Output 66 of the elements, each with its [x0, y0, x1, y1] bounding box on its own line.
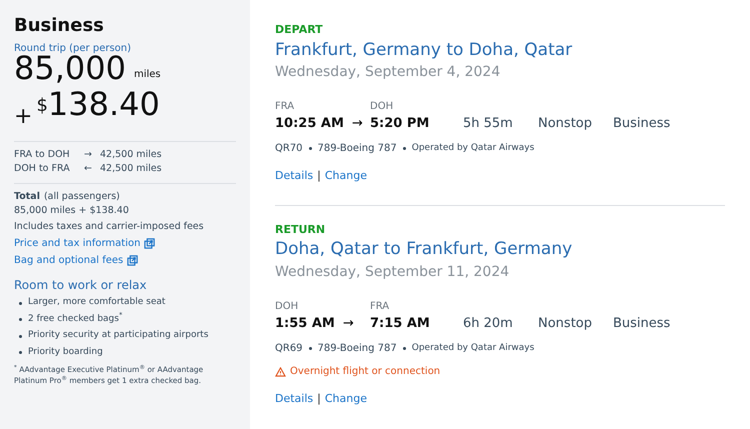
stops: Nonstop — [538, 114, 593, 133]
cabin-title: Business — [14, 14, 105, 38]
segment-route: FRA to DOH — [14, 148, 71, 162]
bullet — [19, 318, 22, 321]
bullet — [19, 302, 22, 304]
plus-sign: + — [14, 103, 32, 131]
arrow: → — [342, 314, 354, 333]
departure-time: 10:25 AM — [275, 114, 344, 133]
origin-code: DOH — [275, 300, 300, 314]
miles-unit: miles — [134, 68, 161, 82]
details-link[interactable]: Details — [275, 391, 314, 408]
duration: 6h 20m — [463, 314, 514, 333]
stops: Nonstop — [538, 314, 593, 333]
flight-date: Wednesday, September 11, 2024 — [275, 262, 510, 282]
leg-label: DEPART — [275, 22, 324, 38]
cabin-class: Business — [613, 314, 670, 333]
includes-note: Includes taxes and carrier-imposed fees — [14, 220, 205, 234]
info-link[interactable]: Bag and optional fees — [14, 253, 124, 268]
external-link-icon — [127, 255, 138, 266]
perk-item: Larger, more comfortable seat — [28, 296, 166, 310]
total-value: 85,000 miles + $138.40 — [14, 204, 130, 218]
aircraft: 789-Boeing 787 — [318, 142, 397, 156]
duration: 5h 55m — [463, 114, 514, 133]
bullet — [19, 334, 22, 338]
flight-number: QR69 — [275, 342, 303, 356]
warning-icon — [275, 366, 286, 377]
segment-miles: 42,500 miles — [100, 162, 162, 176]
destination-code: DOH — [370, 100, 394, 114]
perks-title: Room to work or relax — [14, 277, 148, 294]
arrival-time: 7:15 AM — [370, 314, 431, 333]
total-label: Total — [14, 190, 40, 204]
cabin-class: Business — [613, 114, 670, 133]
destination-code: FRA — [370, 300, 390, 314]
segment-miles: 42,500 miles — [100, 148, 162, 162]
miles-amount: 85,000 — [14, 52, 126, 84]
trip-type: Round trip (per person) — [14, 42, 132, 55]
currency-symbol: $ — [36, 94, 48, 118]
flight-number: QR70 — [275, 142, 303, 156]
operator: Operated by Qatar Airways — [412, 142, 534, 156]
leg-label: RETURN — [275, 222, 326, 238]
details-link[interactable]: Details — [275, 168, 314, 185]
direction-arrow: → — [84, 148, 93, 162]
change-link[interactable]: Change — [324, 391, 367, 408]
origin-code: FRA — [275, 100, 296, 114]
perk-item: Priority security at participating airports — [28, 329, 208, 342]
bullet — [19, 351, 22, 354]
route-title: Frankfurt, Germany to Doha, Qatar — [275, 38, 574, 62]
total-note: (all passengers) — [44, 190, 120, 204]
segment-route: DOH to FRA — [14, 162, 71, 176]
arrow: → — [352, 114, 363, 133]
aircraft: 789-Boeing 787 — [318, 342, 397, 356]
info-link[interactable]: Price and tax information — [14, 236, 140, 252]
link-separator: | — [317, 391, 321, 408]
arrival-time: 5:20 PM — [370, 114, 430, 133]
departure-time: 1:55 AM — [275, 314, 335, 333]
direction-arrow: ← — [84, 162, 93, 176]
flight-date: Wednesday, September 4, 2024 — [275, 62, 502, 82]
operator: Operated by Qatar Airways — [412, 342, 534, 355]
perk-item: Priority boarding — [28, 346, 103, 359]
external-link-icon — [144, 238, 156, 250]
change-link[interactable]: Change — [324, 168, 367, 185]
warning-text: Overnight flight or connection — [290, 365, 440, 380]
route-title: Doha, Qatar to Frankfurt, Germany — [275, 238, 574, 262]
perk-item: 2 free checked bags$^{*}$ — [28, 312, 122, 326]
link-separator: | — [317, 168, 321, 184]
cash-amount: 138.40 — [48, 88, 160, 120]
